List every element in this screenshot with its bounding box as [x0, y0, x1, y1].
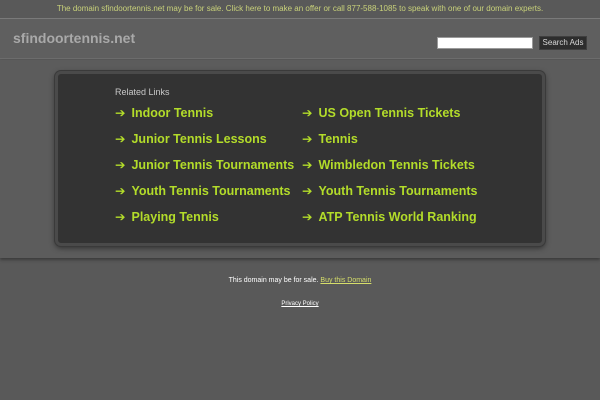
related-link[interactable]: ➔ Indoor Tennis [115, 104, 213, 122]
related-link-label[interactable]: Wimbledon Tennis Tickets [318, 158, 474, 172]
related-link[interactable]: ➔ Youth Tennis Tournaments [115, 182, 291, 200]
domain-sale-banner-text[interactable]: The domain sfindoortennis.net may be for… [57, 4, 543, 13]
related-link[interactable]: ➔ Junior Tennis Tournaments [115, 156, 294, 174]
domain-sale-banner[interactable]: The domain sfindoortennis.net may be for… [0, 0, 600, 19]
related-link-label[interactable]: Junior Tennis Tournaments [131, 158, 294, 172]
arrow-right-icon: ➔ [302, 158, 313, 172]
buy-domain-link[interactable]: Buy this Domain [320, 277, 371, 284]
related-link[interactable]: ➔ ATP Tennis World Ranking [302, 208, 477, 226]
related-link[interactable]: ➔ Junior Tennis Lessons [115, 130, 267, 148]
related-links-panel: Related Links ➔ Indoor Tennis ➔ US Open Te… [55, 71, 545, 246]
arrow-right-icon: ➔ [302, 210, 313, 224]
footer-sale-notice: This domain may be for sale. Buy this Do… [0, 277, 600, 284]
privacy-policy-link[interactable]: Privacy Policy [281, 301, 318, 307]
related-link-label[interactable]: Junior Tennis Lessons [131, 132, 266, 146]
content-band: Related Links ➔ Indoor Tennis ➔ US Open Te… [0, 60, 600, 258]
arrow-right-icon: ➔ [302, 184, 313, 198]
privacy-footer: Privacy Policy [0, 301, 600, 307]
footer-sale-text: This domain may be for sale. [228, 277, 319, 284]
arrow-right-icon: ➔ [115, 158, 126, 172]
related-link-label[interactable]: Tennis [318, 132, 357, 146]
related-link-label[interactable]: Youth Tennis Tournaments [318, 184, 477, 198]
arrow-right-icon: ➔ [302, 132, 313, 146]
arrow-right-icon: ➔ [302, 106, 313, 120]
related-link-label[interactable]: Indoor Tennis [131, 106, 213, 120]
related-link-label[interactable]: US Open Tennis Tickets [318, 106, 460, 120]
related-link-label[interactable]: Playing Tennis [131, 210, 218, 224]
arrow-right-icon: ➔ [115, 106, 126, 120]
related-link-label[interactable]: Youth Tennis Tournaments [131, 184, 290, 198]
related-link[interactable]: ➔ Youth Tennis Tournaments [302, 182, 478, 200]
related-link[interactable]: ➔ Playing Tennis [115, 208, 219, 226]
arrow-right-icon: ➔ [115, 210, 126, 224]
site-logo: sfindoortennis.net [13, 30, 136, 46]
related-link[interactable]: ➔ Tennis [302, 130, 358, 148]
related-link-label[interactable]: ATP Tennis World Ranking [318, 210, 476, 224]
search-input[interactable] [437, 37, 533, 49]
related-link[interactable]: ➔ US Open Tennis Tickets [302, 104, 460, 122]
related-link[interactable]: ➔ Wimbledon Tennis Tickets [302, 156, 475, 174]
arrow-right-icon: ➔ [115, 132, 126, 146]
related-links-title: Related Links [115, 87, 170, 97]
arrow-right-icon: ➔ [115, 184, 126, 198]
search-ads-button[interactable]: Search Ads [539, 36, 587, 50]
header: sfindoortennis.net Search Ads [0, 19, 600, 59]
